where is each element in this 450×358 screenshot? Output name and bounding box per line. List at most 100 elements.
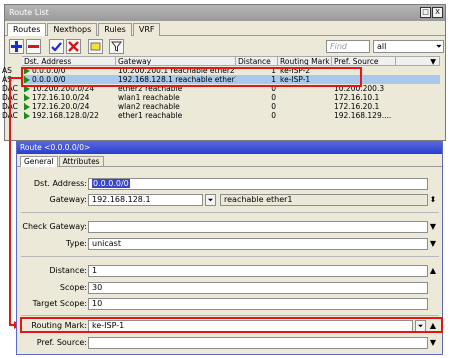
route-active-icon bbox=[24, 75, 32, 84]
gateway-label: Gateway: bbox=[49, 195, 87, 204]
pref-source-cell-text: 10.200.200.3 bbox=[334, 84, 385, 93]
gateway-row: Gateway: 192.168.128.1 ⏷ reachable ether… bbox=[17, 194, 442, 206]
route-dialog-title[interactable]: Route <0.0.0.0/0> bbox=[17, 142, 442, 154]
check-gateway-field[interactable] bbox=[88, 221, 428, 233]
dst-address-cell: 0.0.0.0/0 bbox=[22, 75, 116, 84]
gateway-cell-text: ether2 reachable bbox=[118, 84, 183, 93]
route-dialog: Route <0.0.0.0/0> General Attributes Dst… bbox=[16, 141, 443, 355]
remove-button[interactable] bbox=[26, 39, 41, 54]
routing-mark-cell bbox=[278, 111, 332, 120]
distance-cell-text: 1 bbox=[271, 66, 276, 75]
tab-general[interactable]: General bbox=[20, 156, 58, 167]
distance-cell-text: 0 bbox=[271, 111, 276, 120]
scope-field[interactable]: 30 bbox=[88, 282, 428, 294]
table-row[interactable]: DAC10.200.200.0/24ether2 reachable010.20… bbox=[2, 84, 440, 93]
type-label: Type: bbox=[65, 239, 87, 248]
chevron-up-icon[interactable]: ▲ bbox=[428, 320, 438, 332]
comment-icon bbox=[90, 42, 101, 51]
pref-source-cell bbox=[332, 75, 396, 84]
dst-address-cell-text: 10.200.200.0/24 bbox=[32, 84, 95, 93]
distance-cell-text: 1 bbox=[271, 75, 276, 84]
find-input[interactable]: Find bbox=[326, 40, 370, 53]
connector-line bbox=[9, 77, 11, 326]
chevron-down-icon[interactable]: ▼ bbox=[428, 238, 438, 250]
route-list-title: Route List bbox=[9, 8, 49, 17]
routing-mark-cell-text: ke-ISP-1 bbox=[280, 75, 311, 84]
distance-cell-text: 0 bbox=[271, 93, 276, 102]
pref-source-field[interactable] bbox=[88, 337, 428, 349]
col-gateway[interactable]: Gateway bbox=[116, 57, 236, 65]
routing-mark-dropdown-button[interactable]: ⏷ bbox=[415, 320, 426, 332]
col-routing-mark[interactable]: Routing Mark bbox=[278, 57, 332, 65]
separator bbox=[21, 315, 439, 316]
dst-address-cell-text: 192.168.128.0/22 bbox=[32, 111, 99, 120]
col-menu[interactable]: ▼ bbox=[396, 57, 440, 65]
dst-address-cell: 10.200.200.0/24 bbox=[22, 84, 116, 93]
chevron-up-icon[interactable]: ▲ bbox=[428, 265, 438, 277]
restore-button[interactable]: □ bbox=[420, 7, 431, 18]
gateway-cell: ether1 reachable bbox=[116, 111, 236, 120]
distance-cell: 0 bbox=[236, 102, 278, 111]
tab-rules[interactable]: Rules bbox=[98, 23, 132, 36]
table-row[interactable]: DAC192.168.128.0/22ether1 reachable0192.… bbox=[2, 111, 440, 120]
table-row[interactable]: AS 0.0.0.0/0 192.168.128.1 reachable ether… bbox=[2, 75, 440, 84]
separator bbox=[21, 256, 439, 257]
dst-address-cell-text: 172.16.10.0/24 bbox=[32, 93, 90, 102]
routing-mark-cell bbox=[278, 102, 332, 111]
routing-mark-cell: ke-ISP-1 bbox=[278, 75, 332, 84]
distance-row: Distance: 1 ▲ bbox=[17, 265, 442, 277]
routing-mark-cell bbox=[278, 93, 332, 102]
pref-source-cell: 172.16.20.1 bbox=[332, 102, 396, 111]
route-active-icon bbox=[24, 66, 32, 75]
routing-mark-cell-text: ke-ISP-2 bbox=[280, 66, 311, 75]
col-pref-source[interactable]: Pref. Source bbox=[332, 57, 396, 65]
pref-source-cell: 172.16.10.1 bbox=[332, 93, 396, 102]
disable-button[interactable] bbox=[66, 39, 81, 54]
dst-address-cell-text: 172.16.20.0/24 bbox=[32, 102, 90, 111]
minus-icon bbox=[28, 45, 39, 48]
table-row[interactable]: DAC172.16.10.0/24wlan1 reachable0172.16.… bbox=[2, 93, 440, 102]
dst-address-cell-text: 0.0.0.0/0 bbox=[32, 75, 66, 84]
checkmark-icon bbox=[51, 42, 62, 52]
table-header: Dst. Address Gateway Distance Routing Ma… bbox=[22, 56, 440, 66]
route-active-icon bbox=[24, 102, 32, 111]
gateway-cell: 192.168.128.1 reachable ether1 bbox=[116, 75, 236, 84]
distance-cell-text: 0 bbox=[271, 102, 276, 111]
filter-button[interactable] bbox=[109, 39, 124, 54]
tab-attributes[interactable]: Attributes bbox=[58, 156, 104, 167]
routing-mark-field[interactable]: ke-ISP-1 bbox=[88, 320, 413, 332]
filter-select[interactable]: all ⏷ bbox=[373, 40, 444, 53]
pref-source-label: Pref. Source: bbox=[36, 338, 87, 347]
table-row[interactable]: DAC172.16.20.0/24wlan2 reachable0172.16.… bbox=[2, 102, 440, 111]
gateway-field[interactable]: 192.168.128.1 bbox=[88, 194, 203, 206]
type-field[interactable]: unicast bbox=[88, 238, 428, 250]
gateway-cell-text: wlan2 reachable bbox=[118, 102, 180, 111]
pref-source-cell-text: 172.16.10.1 bbox=[334, 93, 380, 102]
add-button[interactable] bbox=[9, 39, 24, 54]
gateway-cell: wlan2 reachable bbox=[116, 102, 236, 111]
gateway-cell: wlan1 reachable bbox=[116, 93, 236, 102]
routing-mark-cell: ke-ISP-2 bbox=[278, 66, 332, 75]
tab-vrf[interactable]: VRF bbox=[132, 23, 161, 36]
route-list-titlebar[interactable]: Route List □ X bbox=[5, 5, 445, 21]
col-distance[interactable]: Distance bbox=[236, 57, 278, 65]
distance-field[interactable]: 1 bbox=[88, 265, 428, 277]
table-row[interactable]: AS 0.0.0.0/0 10.200.200.1 reachable ether2… bbox=[2, 66, 440, 75]
dst-address-field[interactable]: 0.0.0.0/0 bbox=[88, 178, 428, 190]
close-button[interactable]: X bbox=[432, 7, 443, 18]
target-scope-field[interactable]: 10 bbox=[88, 298, 428, 310]
tab-nexthops[interactable]: Nexthops bbox=[47, 23, 98, 36]
gateway-dropdown-button[interactable]: ⏷ bbox=[205, 194, 216, 206]
routing-mark-row: Routing Mark: ke-ISP-1 ⏷ ▲ bbox=[17, 320, 442, 332]
distance-cell: 1 bbox=[236, 75, 278, 84]
comment-button[interactable] bbox=[88, 39, 103, 54]
chevron-down-icon[interactable]: ▼ bbox=[428, 221, 438, 233]
tab-routes[interactable]: Routes bbox=[7, 23, 47, 36]
chevron-down-icon[interactable]: ▼ bbox=[428, 337, 438, 349]
distance-cell: 0 bbox=[236, 111, 278, 120]
updown-icon[interactable]: ⬍ bbox=[428, 194, 438, 206]
connector-line bbox=[9, 77, 23, 79]
gateway-cell: ether2 reachable bbox=[116, 84, 236, 93]
col-dst-address[interactable]: Dst. Address bbox=[22, 57, 116, 65]
enable-button[interactable] bbox=[49, 39, 64, 54]
